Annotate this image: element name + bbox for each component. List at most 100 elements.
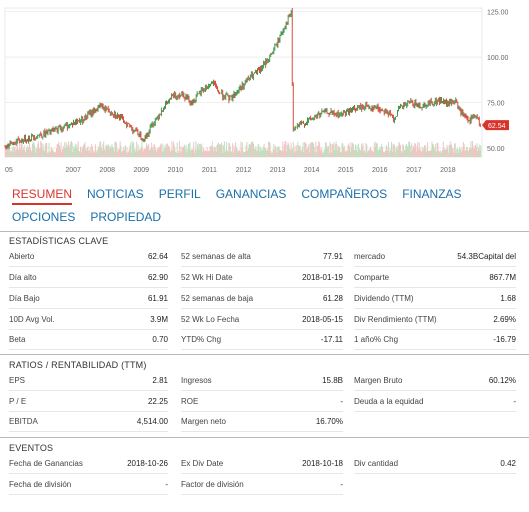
x-tick-label: 2008 bbox=[99, 167, 115, 174]
table-row: P / E 22.25 ROE - Deuda a la equidad - bbox=[0, 392, 529, 412]
stat-label: Día Bajo bbox=[9, 294, 40, 303]
stat-value: -16.79 bbox=[493, 335, 516, 344]
stat-value: 3.9M bbox=[150, 315, 168, 324]
stat-label: Dividendo (TTM) bbox=[354, 294, 414, 303]
x-tick-label: 2010 bbox=[168, 167, 184, 174]
stat-label: YTD% Chg bbox=[181, 335, 222, 344]
stat-value: 2018-05-15 bbox=[302, 315, 343, 324]
x-tick-label: 2016 bbox=[372, 167, 388, 174]
stat-value: 0.42 bbox=[500, 459, 516, 468]
tab-bar: RESUMEN NOTICIAS PERFIL GANANCIAS COMPAÑEROS… bbox=[12, 183, 522, 229]
stat-value: 54.3BCapital del bbox=[457, 252, 516, 261]
stat-value: 15.8B bbox=[322, 376, 343, 385]
table-row: EBITDA 4,514.00 Margen neto 16.70% bbox=[0, 412, 529, 432]
tab-perfil[interactable]: PERFIL bbox=[159, 183, 201, 206]
stat-value: 0.70 bbox=[152, 335, 168, 344]
stat-label: Comparte bbox=[354, 273, 390, 282]
stat-label: Fecha de división bbox=[9, 480, 72, 489]
table-row: Día Bajo 61.91 52 semanas de baja 61.28 Di… bbox=[0, 289, 529, 309]
table-row: Beta 0.70 YTD% Chg -17.11 1 año% Chg -16.79 bbox=[0, 330, 529, 350]
stat-value: 2.69% bbox=[493, 315, 516, 324]
stat-label: Abierto bbox=[9, 252, 35, 261]
stat-label: Fecha de Ganancias bbox=[9, 459, 83, 468]
stat-label: 1 año% Chg bbox=[354, 335, 399, 344]
tab-finanzas[interactable]: FINANZAS bbox=[402, 183, 461, 206]
price-chart[interactable]: 125.00 100.00 75.00 50.00 05 2007 2008 2009 2010… bbox=[0, 0, 529, 178]
tab-ganancias[interactable]: GANANCIAS bbox=[216, 183, 287, 206]
table-row: Fecha de Ganancias 2018-10-26 Ex Div Date… bbox=[0, 454, 529, 474]
x-tick-label: 2012 bbox=[236, 167, 252, 174]
stat-value: 2018-10-18 bbox=[302, 459, 343, 468]
x-tick-label: 2018 bbox=[440, 167, 456, 174]
stat-value: 2018-10-26 bbox=[127, 459, 168, 468]
stat-value: -17.11 bbox=[320, 335, 343, 344]
tab-noticias[interactable]: NOTICIAS bbox=[87, 183, 144, 206]
stat-value: 867.7M bbox=[489, 273, 516, 282]
x-tick-label: 2009 bbox=[133, 167, 149, 174]
section-divider bbox=[0, 231, 529, 232]
stat-label: P / E bbox=[9, 397, 27, 406]
stat-value: 2018-01-19 bbox=[302, 273, 343, 282]
x-tick-label: 2007 bbox=[65, 167, 81, 174]
tab-propiedad[interactable]: PROPIEDAD bbox=[90, 206, 161, 229]
y-tick-label: 50.00 bbox=[487, 146, 505, 153]
table-row: Abierto 62.64 52 semanas de alta 77.91 mer… bbox=[0, 247, 529, 267]
stat-label: Margen neto bbox=[181, 417, 226, 426]
stat-label: 10D Avg Vol. bbox=[9, 315, 55, 324]
stat-label: Ex Div Date bbox=[181, 459, 224, 468]
stat-label: Factor de división bbox=[181, 480, 244, 489]
stat-value: 77.91 bbox=[322, 252, 343, 261]
y-tick-label: 125.00 bbox=[487, 10, 509, 17]
stat-label: Margen Bruto bbox=[354, 376, 403, 385]
stat-label: Deuda a la equidad bbox=[354, 397, 424, 406]
tab-companeros[interactable]: COMPAÑEROS bbox=[301, 183, 387, 206]
stat-value: 2.81 bbox=[152, 376, 168, 385]
x-tick-label: 2014 bbox=[304, 167, 320, 174]
stat-value: 61.91 bbox=[147, 294, 168, 303]
tab-resumen[interactable]: RESUMEN bbox=[12, 185, 73, 205]
section-divider bbox=[0, 437, 529, 438]
stat-value: - bbox=[513, 397, 516, 406]
stat-label: 52 semanas de baja bbox=[181, 294, 254, 303]
stat-label: mercado bbox=[354, 252, 386, 261]
stat-value: 16.70% bbox=[315, 417, 343, 426]
stat-value: - bbox=[340, 480, 343, 489]
key-stats-title: ESTADÍSTICAS CLAVE bbox=[9, 236, 109, 246]
events-title: EVENTOS bbox=[9, 443, 54, 453]
stat-value: 22.25 bbox=[147, 397, 168, 406]
stat-label: 52 Wk Hi Date bbox=[181, 273, 233, 282]
x-tick-label: 2015 bbox=[338, 167, 354, 174]
stat-label: Div Rendimiento (TTM) bbox=[354, 315, 437, 324]
volume-bar bbox=[480, 145, 482, 157]
y-tick-label: 75.00 bbox=[487, 100, 505, 107]
table-row: Fecha de división - Factor de división - bbox=[0, 475, 529, 495]
x-tick-label: 2017 bbox=[406, 167, 422, 174]
stat-label: Div cantidad bbox=[354, 459, 399, 468]
stat-value: 62.64 bbox=[147, 252, 168, 261]
stat-value: 61.28 bbox=[322, 294, 343, 303]
stat-value: 1.68 bbox=[500, 294, 516, 303]
plot-area bbox=[4, 7, 483, 158]
section-divider bbox=[0, 354, 529, 355]
table-row: 10D Avg Vol. 3.9M 52 Wk Lo Fecha 2018-05-1… bbox=[0, 310, 529, 330]
stat-label: Beta bbox=[9, 335, 26, 344]
tab-opciones[interactable]: OPCIONES bbox=[12, 206, 75, 229]
stat-value: 60.12% bbox=[488, 376, 516, 385]
x-tick-label: 2011 bbox=[202, 167, 217, 174]
ratios-title: RATIOS / RENTABILIDAD (TTM) bbox=[9, 360, 147, 370]
stat-value: - bbox=[340, 397, 343, 406]
stat-label: ROE bbox=[181, 397, 199, 406]
stat-label: EPS bbox=[9, 376, 26, 385]
stat-label: 52 Wk Lo Fecha bbox=[181, 315, 240, 324]
stat-value: 4,514.00 bbox=[136, 417, 168, 426]
x-tick-label: 05 bbox=[5, 167, 13, 174]
stat-value: 62.90 bbox=[147, 273, 168, 282]
table-row: Día alto 62.90 52 Wk Hi Date 2018-01-19 Co… bbox=[0, 268, 529, 288]
last-price-label: 62.54 bbox=[488, 123, 506, 130]
stat-label: Día alto bbox=[9, 273, 37, 282]
x-tick-label: 2013 bbox=[270, 167, 286, 174]
stat-label: Ingresos bbox=[181, 376, 212, 385]
stat-value: - bbox=[165, 480, 168, 489]
stat-label: 52 semanas de alta bbox=[181, 252, 251, 261]
stat-label: EBITDA bbox=[9, 417, 38, 426]
